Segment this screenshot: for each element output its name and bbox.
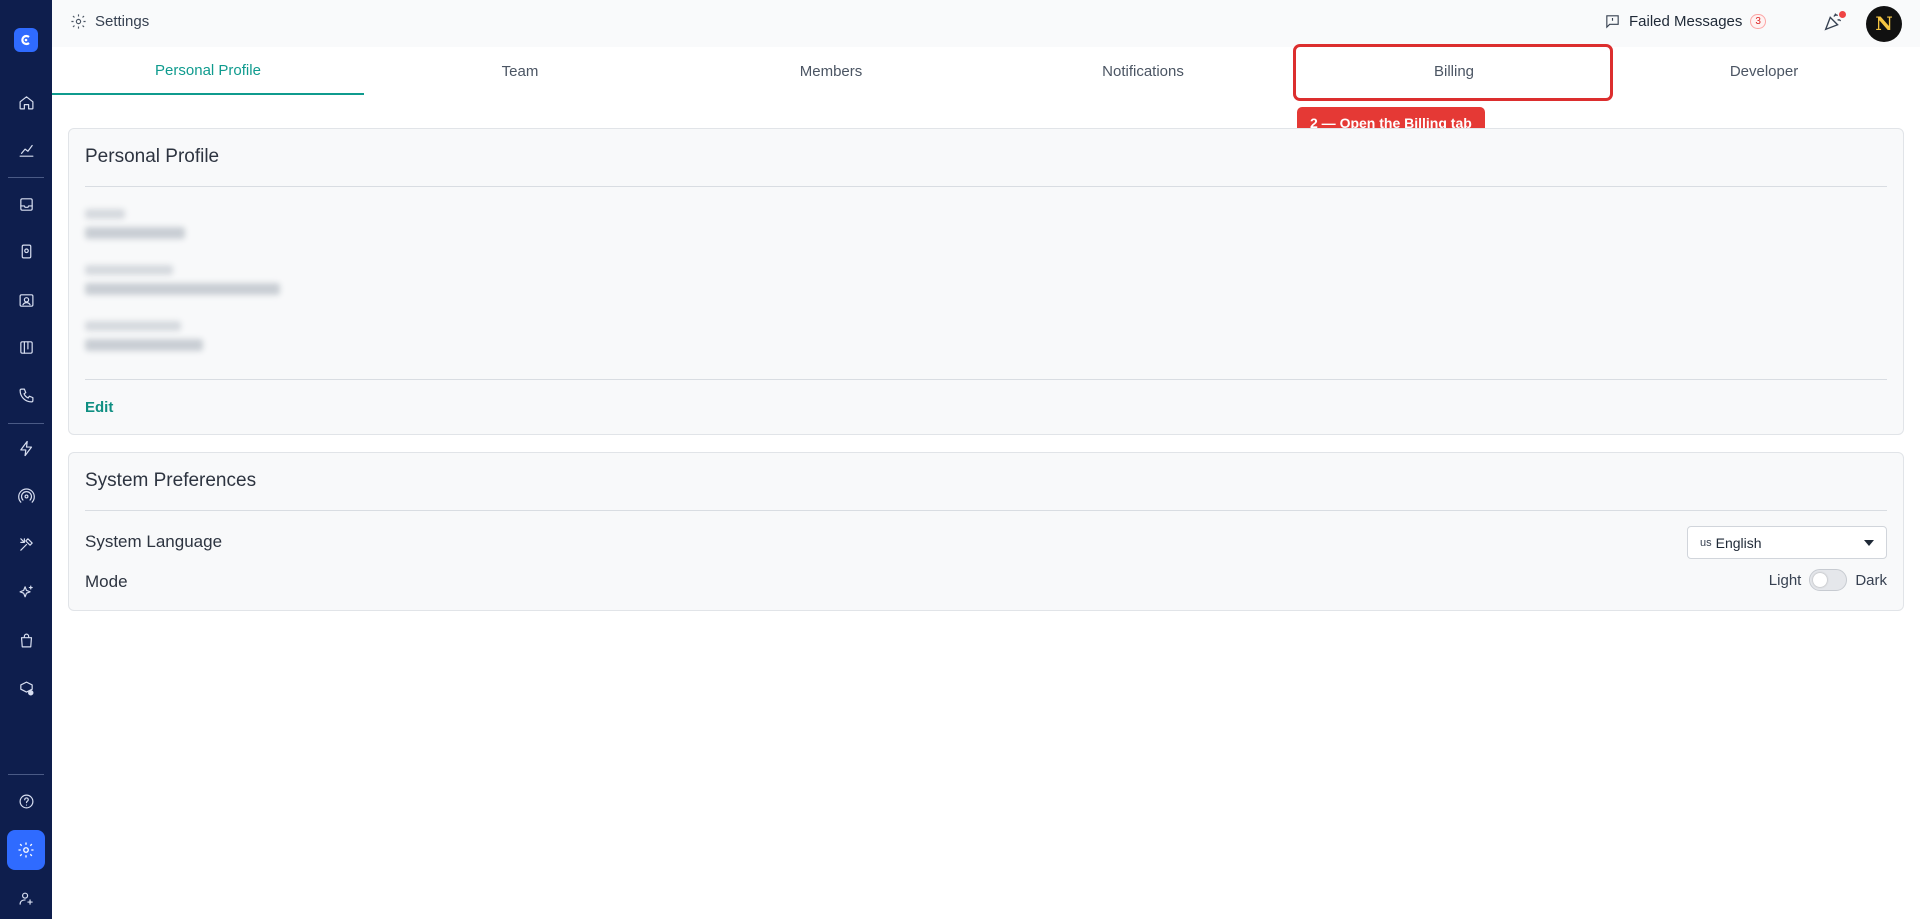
failed-messages-button[interactable]: Failed Messages 3 bbox=[1604, 13, 1766, 30]
tab-members[interactable]: Members bbox=[675, 47, 987, 95]
system-language-label: System Language bbox=[85, 532, 223, 551]
us-flag-icon: us bbox=[1700, 536, 1712, 549]
notification-dot bbox=[1839, 11, 1846, 18]
broadcast-icon[interactable] bbox=[14, 484, 38, 508]
toggle-knob bbox=[1813, 573, 1828, 587]
user-settings-icon[interactable] bbox=[14, 886, 38, 910]
phone-icon[interactable] bbox=[14, 383, 38, 407]
blurred-phone-field bbox=[85, 321, 203, 351]
sidebar-divider bbox=[8, 423, 44, 424]
blurred-name-field bbox=[85, 209, 185, 239]
sidebar-divider bbox=[8, 177, 44, 178]
personal-profile-title: Personal Profile bbox=[85, 146, 220, 167]
help-icon[interactable] bbox=[14, 789, 38, 813]
gear-icon bbox=[71, 14, 86, 29]
tools-icon[interactable] bbox=[14, 532, 38, 556]
automation-icon[interactable] bbox=[14, 436, 38, 460]
system-preferences-card: System Preferences System Language us En… bbox=[68, 452, 1904, 611]
personal-profile-card: Personal Profile Edit bbox=[68, 128, 1904, 435]
tab-personal-profile[interactable]: Personal Profile bbox=[52, 47, 364, 95]
sidebar-divider bbox=[8, 774, 44, 775]
tab-team[interactable]: Team bbox=[364, 47, 676, 95]
ai-icon[interactable] bbox=[14, 580, 38, 604]
mode-dark-label: Dark bbox=[1855, 571, 1887, 589]
language-select-value: English bbox=[1715, 534, 1762, 551]
settings-tabs: Personal Profile Team Members Notificati… bbox=[52, 47, 1920, 95]
billing-tab-highlight bbox=[1293, 44, 1613, 101]
system-preferences-title: System Preferences bbox=[85, 470, 257, 491]
inbox-icon[interactable] bbox=[14, 192, 38, 216]
top-bar: Settings Failed Messages 3 N bbox=[52, 0, 1920, 47]
tab-developer[interactable]: Developer bbox=[1608, 47, 1920, 95]
message-alert-icon bbox=[1606, 15, 1619, 29]
chevron-down-icon bbox=[1864, 540, 1874, 546]
avatar[interactable]: N bbox=[1866, 6, 1902, 42]
home-icon[interactable] bbox=[14, 90, 38, 114]
divider bbox=[85, 379, 1887, 380]
whats-new-button[interactable] bbox=[1822, 11, 1846, 35]
blurred-email-field bbox=[85, 265, 280, 295]
mode-label: Mode bbox=[85, 572, 128, 591]
dark-mode-toggle[interactable] bbox=[1809, 569, 1848, 591]
mode-light-label: Light bbox=[1768, 571, 1802, 589]
divider bbox=[85, 510, 1887, 511]
app-logo-icon[interactable] bbox=[14, 28, 38, 52]
board-icon[interactable] bbox=[14, 335, 38, 359]
failed-messages-count-badge: 3 bbox=[1750, 14, 1766, 29]
breadcrumb: Settings bbox=[70, 13, 149, 30]
failed-messages-label: Failed Messages bbox=[1629, 13, 1743, 30]
breadcrumb-label: Settings bbox=[95, 13, 150, 30]
shop-icon[interactable] bbox=[14, 628, 38, 652]
edit-profile-button[interactable]: Edit bbox=[85, 399, 113, 416]
mode-toggle-group: Light Dark bbox=[1769, 569, 1887, 591]
analytics-icon[interactable] bbox=[14, 138, 38, 162]
divider bbox=[85, 186, 1887, 187]
sidebar bbox=[0, 0, 52, 919]
settings-icon[interactable] bbox=[7, 830, 45, 870]
language-select[interactable]: us English bbox=[1687, 526, 1887, 559]
integrations-icon[interactable] bbox=[14, 676, 38, 700]
tab-notifications[interactable]: Notifications bbox=[987, 47, 1299, 95]
contacts-icon[interactable] bbox=[14, 239, 38, 263]
contact-card-icon[interactable] bbox=[14, 288, 38, 312]
